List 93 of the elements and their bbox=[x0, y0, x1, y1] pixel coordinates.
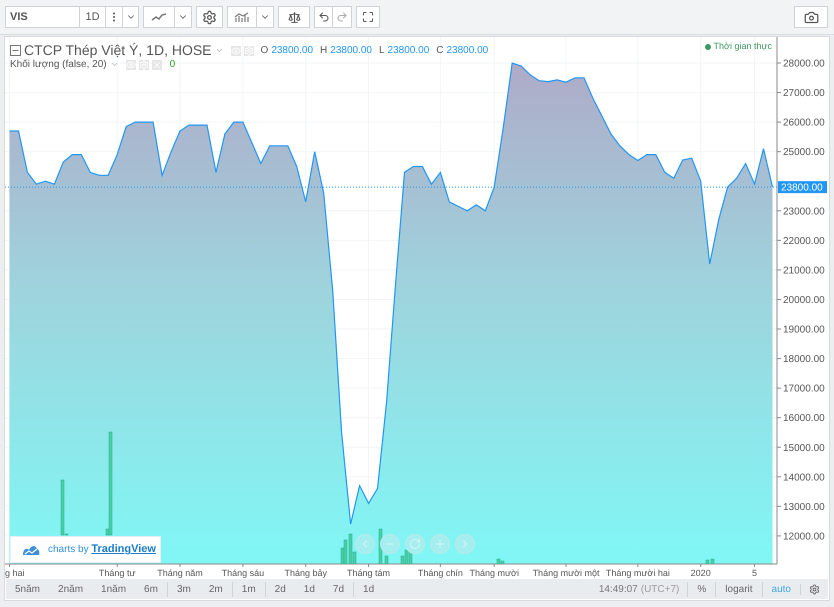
range-button[interactable]: 1d bbox=[294, 582, 324, 596]
realtime-label: Thời gian thực bbox=[714, 40, 772, 53]
volume-legend-title: Khối lượng (false, 20) bbox=[10, 58, 107, 72]
time-axis-label: Tháng tám bbox=[347, 568, 390, 578]
undo-icon bbox=[318, 11, 330, 23]
time-axis-label: 5 bbox=[752, 568, 758, 578]
settings-button[interactable] bbox=[196, 6, 223, 28]
range-button[interactable]: 7d bbox=[324, 582, 354, 596]
plus-icon bbox=[434, 538, 446, 550]
price-axis-label: 19000.00 bbox=[783, 324, 825, 336]
time-axis-label: g hai bbox=[5, 568, 25, 578]
price-axis-label: 25000.00 bbox=[783, 147, 825, 158]
settings-icon bbox=[202, 10, 217, 24]
range-button[interactable]: 1d bbox=[354, 582, 384, 596]
close-icon[interactable] bbox=[152, 60, 162, 70]
clock-time: 14:49:07 bbox=[598, 582, 638, 596]
scales-icon bbox=[288, 10, 300, 24]
range-button[interactable]: 1năm bbox=[92, 582, 136, 596]
compare-button[interactable] bbox=[278, 6, 310, 28]
eye-icon[interactable] bbox=[230, 46, 241, 56]
ref-line-label: 23800.00 bbox=[781, 182, 824, 194]
ohlc-value: 23800.00 bbox=[388, 44, 430, 58]
price-axis-label: 20000.00 bbox=[783, 294, 825, 306]
more-button[interactable] bbox=[106, 6, 123, 28]
price-axis-label: 17000.00 bbox=[783, 384, 825, 395]
ohlc-label: C bbox=[436, 44, 444, 58]
ohlc-label: L bbox=[378, 44, 385, 58]
scale-toggle[interactable]: logarit bbox=[715, 582, 762, 596]
eye-icon[interactable] bbox=[126, 60, 136, 70]
indicators-button[interactable] bbox=[227, 6, 257, 28]
reset-icon bbox=[409, 538, 421, 550]
price-axis-label: 27000.00 bbox=[783, 88, 825, 100]
range-button[interactable]: 6m bbox=[135, 582, 167, 596]
timezone-label: (UTC+7) bbox=[640, 582, 680, 596]
undo-button[interactable] bbox=[314, 6, 333, 28]
time-axis-label: Tháng tư bbox=[98, 568, 136, 578]
collapse-icon[interactable] bbox=[10, 45, 21, 56]
chart-style-button[interactable] bbox=[143, 6, 175, 28]
bar-chart-icon bbox=[234, 12, 250, 22]
time-axis-label: Tháng mười hai bbox=[606, 568, 670, 578]
indicators-menu-button[interactable] bbox=[257, 6, 274, 28]
volume-bar bbox=[384, 556, 388, 564]
price-axis-label: 15000.00 bbox=[783, 442, 825, 454]
range-button[interactable]: 5năm bbox=[6, 582, 50, 596]
price-axis-label: 18000.00 bbox=[783, 354, 825, 366]
caret-icon[interactable] bbox=[214, 46, 224, 55]
time-axis-label: Tháng năm bbox=[157, 568, 203, 578]
ohlc-value: 23800.00 bbox=[330, 44, 372, 58]
chart-style-menu-button[interactable] bbox=[175, 6, 192, 28]
cloud-logo-icon bbox=[22, 544, 40, 556]
time-axis-label: 2020 bbox=[690, 568, 711, 578]
interval-button[interactable]: 1D bbox=[79, 6, 106, 28]
scale-toggle[interactable]: % bbox=[687, 582, 716, 596]
settings-icon[interactable] bbox=[244, 46, 254, 56]
settings-icon[interactable] bbox=[138, 60, 149, 70]
price-axis-label: 14000.00 bbox=[783, 472, 825, 484]
range-button[interactable]: 1m bbox=[232, 582, 265, 596]
line-chart-icon bbox=[151, 12, 167, 22]
range-button[interactable]: 2năm bbox=[49, 582, 92, 596]
range-button[interactable]: 2d bbox=[266, 582, 295, 596]
range-button[interactable]: 2m bbox=[200, 582, 232, 596]
branding-text: charts by TradingView bbox=[48, 542, 156, 558]
camera-icon bbox=[804, 10, 818, 24]
caret-icon[interactable] bbox=[110, 60, 119, 69]
price-axis-label: 12000.00 bbox=[783, 531, 825, 542]
price-axis-label: 21000.00 bbox=[783, 265, 825, 276]
symbol-field[interactable]: VIS bbox=[5, 6, 80, 28]
legend-title: CTCP Thép Việt Ý, 1D, HOSE bbox=[24, 41, 212, 59]
settings-icon bbox=[809, 584, 820, 594]
snapshot-button[interactable] bbox=[794, 6, 828, 28]
time-axis-label: Tháng bảy bbox=[284, 568, 327, 578]
time-axis-label: Tháng mười bbox=[470, 568, 519, 578]
redo-icon bbox=[336, 11, 348, 23]
ohlc-label: H bbox=[320, 44, 328, 58]
price-axis-label: 28000.00 bbox=[783, 58, 825, 70]
volume-value: 0 bbox=[170, 58, 176, 72]
price-axis-label: 22000.00 bbox=[783, 236, 825, 247]
time-axis-label: Tháng mười một bbox=[532, 568, 600, 578]
price-axis-label: 13000.00 bbox=[783, 502, 825, 513]
volume-bar bbox=[378, 528, 382, 564]
fullscreen-icon bbox=[362, 11, 374, 23]
last-price-label: 23800.00 bbox=[778, 181, 827, 194]
fullscreen-button[interactable] bbox=[356, 6, 380, 28]
price-axis-label: 23000.00 bbox=[783, 206, 825, 218]
ohlc-value: 23800.00 bbox=[446, 44, 488, 58]
range-button[interactable]: 3m bbox=[168, 582, 200, 596]
price-axis-label: 16000.00 bbox=[783, 413, 825, 424]
ohlc-label: O bbox=[260, 44, 268, 58]
price-axis-label: 26000.00 bbox=[783, 118, 825, 129]
ohlc-value: 23800.00 bbox=[271, 44, 314, 58]
time-axis-label: Tháng sáu bbox=[222, 568, 264, 578]
tradingview-link[interactable]: TradingView bbox=[91, 543, 156, 556]
time-axis-label: Tháng chín bbox=[418, 568, 463, 578]
